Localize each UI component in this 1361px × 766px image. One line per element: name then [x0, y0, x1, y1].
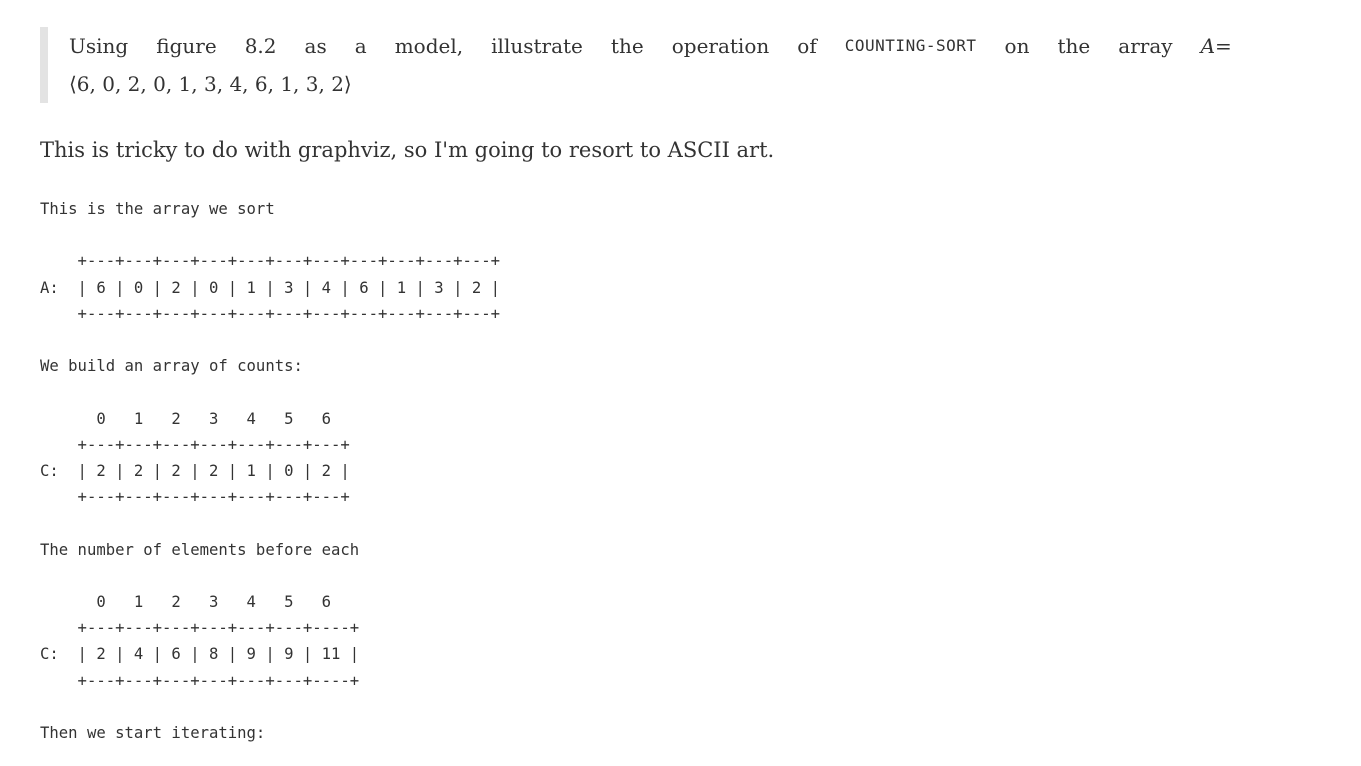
ascii-art-code-block: This is the array we sort +---+---+---+-… [40, 200, 501, 743]
quote-word: as [304, 34, 327, 58]
math-expression: A= [1201, 27, 1232, 65]
quote-word: array [1118, 34, 1173, 58]
exercise-blockquote: Using figure 8.2 as a model, illustrate … [40, 27, 1240, 103]
quote-word: on [1004, 34, 1030, 58]
math-variable: A [1200, 34, 1216, 58]
quote-word: a [354, 34, 367, 58]
quote-word: of [797, 34, 817, 58]
quote-word: illustrate [491, 34, 583, 58]
quote-word: figure [156, 34, 217, 58]
quote-word: model, [394, 34, 464, 58]
intro-paragraph: This is tricky to do with graphviz, so I… [40, 138, 775, 162]
quote-word: Using [69, 34, 129, 58]
exercise-line-1: Using figure 8.2 as a model, illustrate … [69, 27, 1232, 65]
quote-word: 8.2 [244, 34, 277, 58]
quote-word: operation [671, 34, 770, 58]
quote-word: the [1057, 34, 1091, 58]
algorithm-name: COUNTING-SORT [844, 36, 977, 55]
math-equals: = [1215, 34, 1232, 58]
exercise-line-2: ⟨6, 0, 2, 0, 1, 3, 4, 6, 1, 3, 2⟩ [69, 65, 1240, 103]
quote-word: the [610, 34, 644, 58]
math-sequence: ⟨6, 0, 2, 0, 1, 3, 4, 6, 1, 3, 2⟩ [69, 72, 352, 96]
